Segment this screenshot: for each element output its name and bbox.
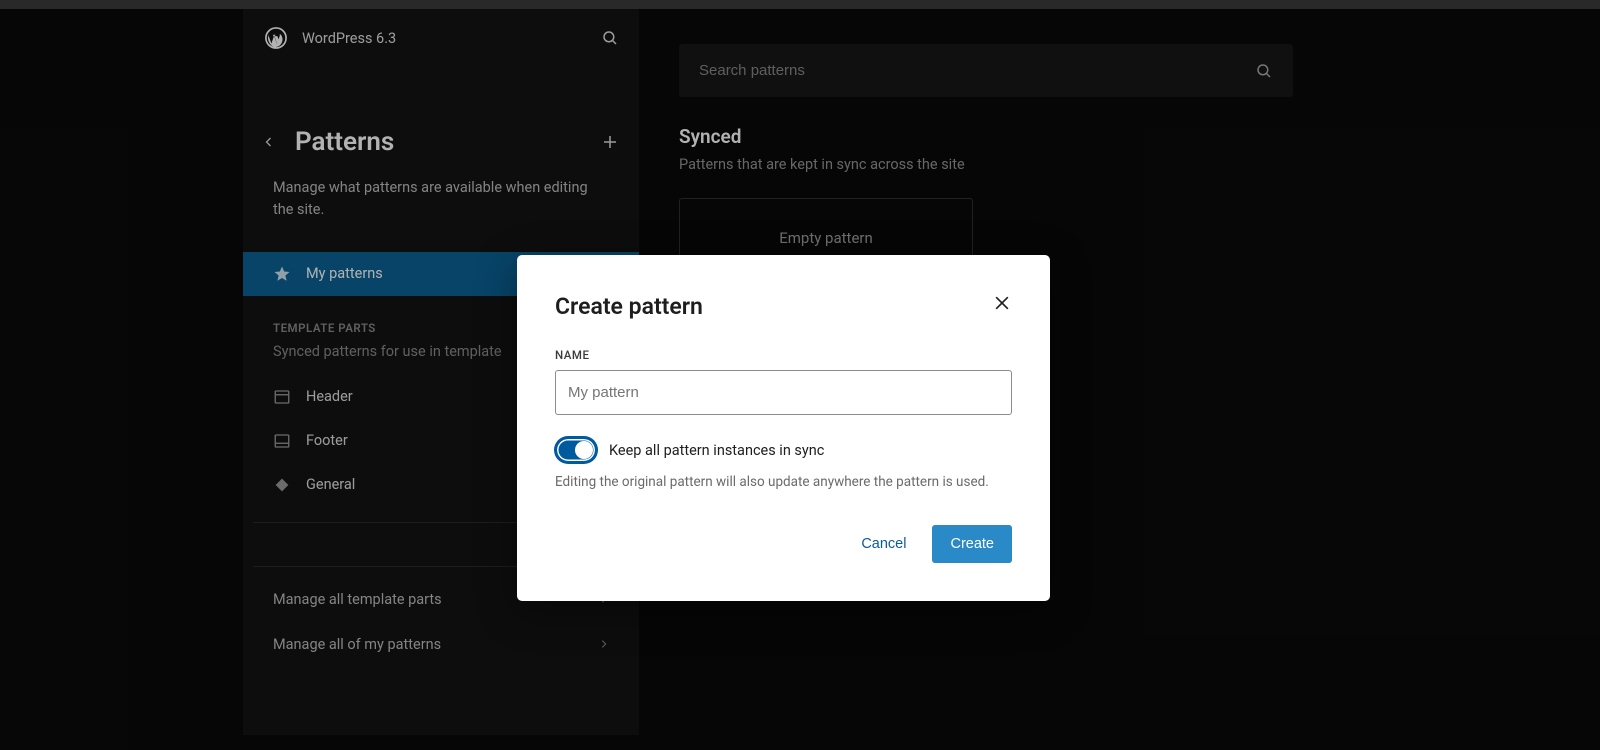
sync-toggle[interactable] (555, 437, 597, 463)
modal-title: Create pattern (555, 293, 703, 320)
close-icon[interactable] (992, 293, 1012, 313)
sync-toggle-row: Keep all pattern instances in sync (555, 437, 1012, 463)
sync-toggle-label: Keep all pattern instances in sync (609, 442, 824, 459)
toggle-knob (575, 441, 593, 459)
pattern-name-input[interactable] (555, 370, 1012, 415)
sync-toggle-help: Editing the original pattern will also u… (555, 473, 1012, 493)
create-button[interactable]: Create (932, 525, 1012, 563)
modal-actions: Cancel Create (555, 525, 1012, 563)
create-pattern-modal: Create pattern NAME Keep all pattern ins… (517, 255, 1050, 601)
cancel-button[interactable]: Cancel (853, 526, 914, 562)
modal-header: Create pattern (555, 293, 1012, 320)
name-field-label: NAME (555, 348, 1012, 362)
